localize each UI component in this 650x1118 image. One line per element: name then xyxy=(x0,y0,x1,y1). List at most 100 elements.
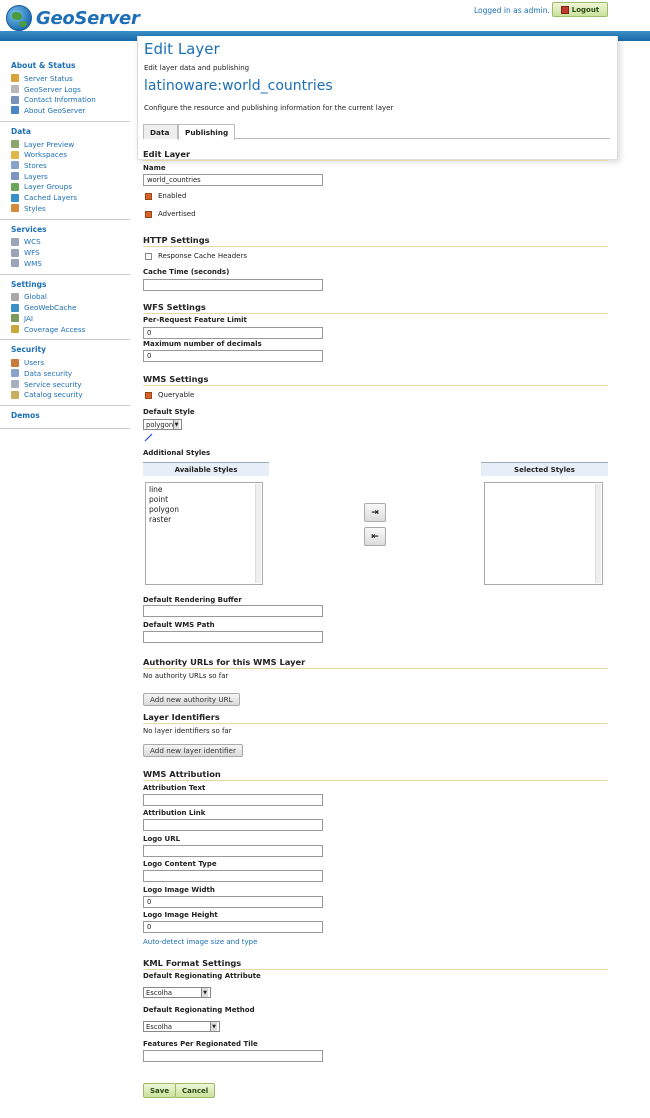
style-option[interactable]: polygon xyxy=(149,505,259,515)
scrollbar[interactable] xyxy=(255,484,261,583)
enabled-checkbox[interactable]: Enabled xyxy=(145,192,186,200)
layer-identifiers-empty: No layer identifiers so far xyxy=(143,727,232,735)
logo-content-type-input[interactable] xyxy=(143,870,323,882)
rendering-buffer-input[interactable] xyxy=(143,605,323,617)
selected-styles-header: Selected Styles xyxy=(481,462,608,476)
sidebar-item-label: About GeoServer xyxy=(24,105,86,115)
wms-icon xyxy=(11,259,19,268)
logo-width-label: Logo Image Width xyxy=(143,886,215,894)
remove-style-button[interactable]: ⇤ xyxy=(364,527,386,546)
sidebar-item-label: Layer Groups xyxy=(24,182,72,192)
sidebar-item[interactable]: Cached Layers xyxy=(11,192,130,203)
name-input[interactable]: world_countries xyxy=(143,174,323,186)
sidebar-section: Data Layer Preview Workspaces Stores Layers L… xyxy=(0,122,130,220)
save-button[interactable]: Save xyxy=(143,1083,177,1098)
sidebar-item[interactable]: Users xyxy=(11,357,130,368)
sidebar-item[interactable]: Service security xyxy=(11,379,130,390)
wms-path-input[interactable] xyxy=(143,631,323,643)
selected-styles-list[interactable] xyxy=(484,482,603,585)
sidebar-section-title[interactable]: Settings xyxy=(11,280,130,289)
sidebar-section-title[interactable]: Security xyxy=(11,345,130,354)
tab-data[interactable]: Data xyxy=(143,124,178,139)
sidebar-item[interactable]: About GeoServer xyxy=(11,105,130,116)
attribution-text-label: Attribution Text xyxy=(143,784,206,792)
sidebar-item-label: GeoServer Logs xyxy=(24,84,81,94)
style-option[interactable]: raster xyxy=(149,515,259,525)
global-icon xyxy=(11,292,19,301)
sidebar-section-title[interactable]: About & Status xyxy=(11,61,130,70)
wfs-icon xyxy=(11,248,19,257)
name-label: Name xyxy=(143,164,166,172)
advertised-check-icon xyxy=(145,210,152,218)
add-style-button[interactable]: ⇥ xyxy=(364,503,386,522)
sidebar-section: Security Users Data security Service securi… xyxy=(0,340,130,407)
http-settings-heading: HTTP Settings xyxy=(143,235,608,247)
sidebar-item[interactable]: Data security xyxy=(11,368,130,379)
sidebar-item[interactable]: Server Status xyxy=(11,73,130,84)
sidebar-item[interactable]: JAI xyxy=(11,313,130,324)
kml-settings-heading: KML Format Settings xyxy=(143,958,608,970)
sidebar-item[interactable]: WMS xyxy=(11,258,130,269)
add-layer-identifier-button[interactable]: Add new layer identifier xyxy=(143,744,243,757)
sidebar-item[interactable]: Layers xyxy=(11,171,130,182)
logo-content-type-label: Logo Content Type xyxy=(143,860,217,868)
cache-time-input[interactable] xyxy=(143,279,323,291)
app-name: GeoServer xyxy=(36,7,140,29)
regionating-attribute-select[interactable]: Escolha ▼ xyxy=(143,987,211,998)
layer-identifiers-heading: Layer Identifiers xyxy=(143,712,608,724)
sidebar-item[interactable]: WCS xyxy=(11,237,130,248)
attribution-text-input[interactable] xyxy=(143,794,323,806)
geoserver-logo[interactable]: GeoServer xyxy=(6,5,140,31)
sidebar-item[interactable]: Catalog security xyxy=(11,389,130,400)
regionating-method-label: Default Regionating Method xyxy=(143,1006,255,1014)
stores-icon xyxy=(11,161,19,170)
feature-limit-label: Per-Request Feature Limit xyxy=(143,316,247,324)
sidebar-section-title[interactable]: Demos xyxy=(11,411,130,420)
features-per-tile-label: Features Per Regionated Tile xyxy=(143,1040,258,1048)
sidebar-section-title[interactable]: Services xyxy=(11,225,130,234)
wfs-settings-heading: WFS Settings xyxy=(143,302,608,314)
logo-height-input[interactable]: 0 xyxy=(143,921,323,933)
sidebar-item[interactable]: WFS xyxy=(11,247,130,258)
logo-width-input[interactable]: 0 xyxy=(143,896,323,908)
cancel-button[interactable]: Cancel xyxy=(175,1083,216,1098)
sidebar-item[interactable]: Contact Information xyxy=(11,94,130,105)
edit-layer-heading: Edit Layer xyxy=(143,149,608,161)
sidebar-item[interactable]: Global xyxy=(11,292,130,303)
page-title: Edit Layer xyxy=(144,40,220,58)
sidebar-item[interactable]: GeoWebCache xyxy=(11,302,130,313)
logo-url-input[interactable] xyxy=(143,845,323,857)
features-per-tile-input[interactable] xyxy=(143,1050,323,1062)
style-option[interactable]: point xyxy=(149,495,259,505)
style-option[interactable]: line xyxy=(149,485,259,495)
queryable-label: Queryable xyxy=(158,391,195,399)
sidebar-item[interactable]: Workspaces xyxy=(11,149,130,160)
sidebar-item[interactable]: GeoServer Logs xyxy=(11,84,130,95)
sidebar-item-label: Styles xyxy=(24,203,46,213)
logout-button[interactable]: Logout xyxy=(552,2,608,17)
feature-limit-input[interactable]: 0 xyxy=(143,327,323,339)
sidebar-section: Demos xyxy=(0,406,130,430)
sidebar-item-label: JAI xyxy=(24,313,34,323)
scrollbar[interactable] xyxy=(595,484,601,583)
sidebar-item[interactable]: Stores xyxy=(11,160,130,171)
default-style-select[interactable]: polygon ▼ xyxy=(143,419,182,430)
sidebar-item[interactable]: Layer Preview xyxy=(11,139,130,150)
sidebar-item[interactable]: Styles xyxy=(11,203,130,214)
attribution-link-input[interactable] xyxy=(143,819,323,831)
queryable-checkbox[interactable]: Queryable xyxy=(145,391,194,399)
sidebar-section-title[interactable]: Data xyxy=(11,127,130,136)
cache-headers-checkbox[interactable]: Response Cache Headers xyxy=(145,252,247,260)
auto-detect-link[interactable]: Auto-detect image size and type xyxy=(143,938,257,946)
sidebar-item[interactable]: Coverage Access xyxy=(11,324,130,335)
add-authority-url-button[interactable]: Add new authority URL xyxy=(143,693,240,706)
tab-publishing[interactable]: Publishing xyxy=(178,124,235,140)
max-decimals-input[interactable]: 0 xyxy=(143,350,323,362)
sidebar-item-label: Coverage Access xyxy=(24,324,86,334)
available-styles-list[interactable]: line point polygon raster xyxy=(145,482,263,585)
sidebar-item[interactable]: Layer Groups xyxy=(11,182,130,193)
regionating-method-value: Escolha xyxy=(146,1022,173,1031)
sidebar-item-label: Stores xyxy=(24,160,47,170)
regionating-method-select[interactable]: Escolha ▼ xyxy=(143,1021,220,1032)
advertised-checkbox[interactable]: Advertised xyxy=(145,210,196,218)
